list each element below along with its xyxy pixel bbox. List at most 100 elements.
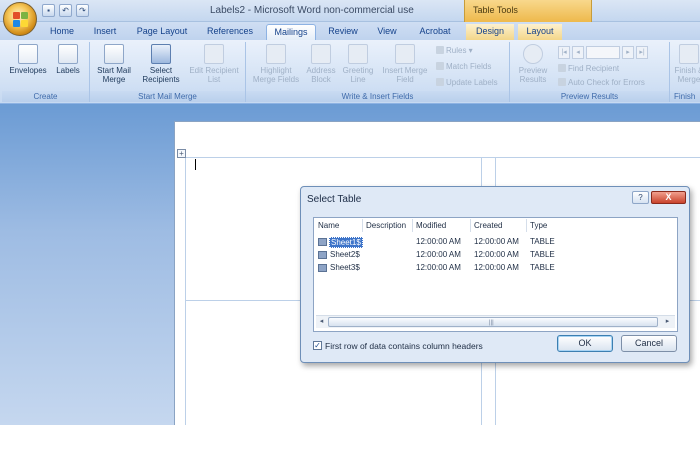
table-row[interactable]: Sheet3$ 12:00:00 AM 12:00:00 AM TABLE — [318, 262, 673, 274]
column-header-name[interactable]: Name — [318, 221, 339, 230]
match-fields-icon — [436, 62, 444, 70]
greeting-line-icon — [348, 44, 368, 64]
sheet-icon — [318, 251, 327, 259]
labels-button[interactable]: Labels — [52, 44, 84, 75]
group-create: Envelopes Labels Create — [2, 42, 90, 102]
last-record-icon[interactable]: ▸| — [636, 46, 648, 59]
window-title: Labels2 - Microsoft Word non-commercial … — [210, 5, 414, 16]
row-name: Sheet1$ — [329, 237, 363, 248]
group-start-mail-merge: Start Mail Merge Select Recipients Edit … — [90, 42, 246, 102]
match-fields-label: Match Fields — [446, 62, 492, 71]
envelopes-button[interactable]: Envelopes — [8, 44, 48, 75]
tab-references[interactable]: References — [200, 24, 260, 40]
tab-insert[interactable]: Insert — [86, 24, 124, 40]
preview-results-label: Preview Results — [518, 66, 548, 84]
column-header-created[interactable]: Created — [474, 221, 502, 230]
find-recipient-label: Find Recipient — [568, 64, 620, 73]
preview-icon — [523, 44, 543, 64]
undo-icon[interactable]: ↶ — [59, 4, 72, 17]
update-labels-icon — [436, 78, 444, 86]
record-navigation: |◂ ◂ ▸ ▸| — [558, 46, 666, 60]
edit-recipient-list-button[interactable]: Edit Recipient List — [186, 44, 242, 84]
next-record-icon[interactable]: ▸ — [622, 46, 634, 59]
redo-icon[interactable]: ↷ — [76, 4, 89, 17]
tab-page-layout[interactable]: Page Layout — [130, 24, 194, 40]
save-icon[interactable]: ▪ — [42, 4, 55, 17]
highlight-icon — [266, 44, 286, 64]
horizontal-scrollbar[interactable]: ◂ ||| ▸ — [316, 315, 675, 328]
office-logo-icon — [13, 12, 29, 28]
row-created: 12:00:00 AM — [474, 237, 519, 246]
tab-design[interactable]: Design — [466, 24, 514, 40]
table-row[interactable]: Sheet2$ 12:00:00 AM 12:00:00 AM TABLE — [318, 249, 673, 261]
tab-home[interactable]: Home — [42, 24, 82, 40]
bottom-margin — [0, 425, 700, 450]
record-number-input[interactable] — [586, 46, 620, 59]
group-start-mail-merge-label: Start Mail Merge — [90, 91, 245, 102]
table-gridline — [185, 157, 186, 426]
row-name: Sheet2$ — [330, 250, 360, 259]
envelopes-label: Envelopes — [9, 66, 47, 75]
greeting-line-button[interactable]: Greeting Line — [340, 44, 376, 84]
document-icon — [104, 44, 124, 64]
scrollbar-thumb[interactable]: ||| — [328, 317, 658, 327]
highlight-merge-fields-button[interactable]: Highlight Merge Fields — [250, 44, 302, 84]
insert-merge-field-button[interactable]: Insert Merge Field — [378, 44, 432, 84]
first-row-headers-checkbox[interactable]: ✓ — [313, 341, 322, 350]
table-list[interactable]: Name Description Modified Created Type S… — [313, 217, 678, 332]
ok-button[interactable]: OK — [557, 335, 613, 352]
preview-results-button[interactable]: Preview Results — [514, 44, 552, 84]
ribbon-tabs: Home Insert Page Layout References Maili… — [0, 22, 700, 40]
auto-check-label: Auto Check for Errors — [568, 78, 645, 87]
insert-merge-field-label: Insert Merge Field — [382, 66, 428, 84]
office-button[interactable] — [3, 2, 37, 36]
quick-access-toolbar: ▪ ↶ ↷ — [42, 4, 89, 17]
dialog-title: Select Table — [307, 194, 362, 205]
labels-icon — [58, 44, 78, 64]
close-icon[interactable]: X — [651, 191, 686, 204]
tab-view[interactable]: View — [370, 24, 404, 40]
finish-icon — [679, 44, 699, 64]
row-type: TABLE — [530, 263, 555, 272]
word-window: ▪ ↶ ↷ Labels2 - Microsoft Word non-comme… — [0, 0, 700, 450]
address-block-button[interactable]: Address Block — [304, 44, 338, 84]
address-block-label: Address Block — [306, 66, 336, 84]
table-row[interactable]: Sheet1$ 12:00:00 AM 12:00:00 AM TABLE — [318, 236, 673, 248]
finish-merge-button[interactable]: Finish & Merge — [672, 44, 700, 84]
row-type: TABLE — [530, 250, 555, 259]
scroll-left-icon[interactable]: ◂ — [316, 317, 327, 327]
rules-button[interactable]: Rules ▾ — [436, 46, 473, 56]
help-icon[interactable]: ? — [632, 191, 649, 204]
table-move-handle-icon[interactable]: + — [177, 149, 186, 158]
sheet-icon — [318, 264, 327, 272]
row-modified: 12:00:00 AM — [416, 237, 461, 246]
select-recipients-button[interactable]: Select Recipients — [138, 44, 184, 84]
sheet-icon — [318, 238, 327, 246]
envelope-icon — [18, 44, 38, 64]
group-write-insert-label: Write & Insert Fields — [246, 91, 509, 102]
update-labels-label: Update Labels — [446, 78, 498, 87]
edit-recipient-list-label: Edit Recipient List — [189, 66, 239, 84]
first-record-icon[interactable]: |◂ — [558, 46, 570, 59]
scroll-right-icon[interactable]: ▸ — [662, 317, 673, 327]
cancel-button[interactable]: Cancel — [621, 335, 677, 352]
highlight-merge-fields-label: Highlight Merge Fields — [252, 66, 300, 84]
group-create-label: Create — [2, 91, 89, 102]
column-header-type[interactable]: Type — [530, 221, 547, 230]
update-labels-button[interactable]: Update Labels — [436, 78, 498, 88]
find-recipient-button[interactable]: Find Recipient — [558, 64, 619, 74]
column-header-description[interactable]: Description — [366, 221, 406, 230]
tab-mailings[interactable]: Mailings — [266, 24, 316, 40]
auto-check-button[interactable]: Auto Check for Errors — [558, 78, 645, 88]
tab-review[interactable]: Review — [322, 24, 364, 40]
group-finish: Finish & Merge Finish — [670, 42, 700, 102]
previous-record-icon[interactable]: ◂ — [572, 46, 584, 59]
match-fields-button[interactable]: Match Fields — [436, 62, 491, 72]
start-mail-merge-button[interactable]: Start Mail Merge — [92, 44, 136, 84]
column-header-modified[interactable]: Modified — [416, 221, 446, 230]
tab-layout[interactable]: Layout — [518, 24, 562, 40]
ribbon: Envelopes Labels Create Start Mail Merge… — [0, 40, 700, 104]
row-modified: 12:00:00 AM — [416, 250, 461, 259]
text-cursor — [195, 159, 196, 170]
tab-acrobat[interactable]: Acrobat — [412, 24, 458, 40]
